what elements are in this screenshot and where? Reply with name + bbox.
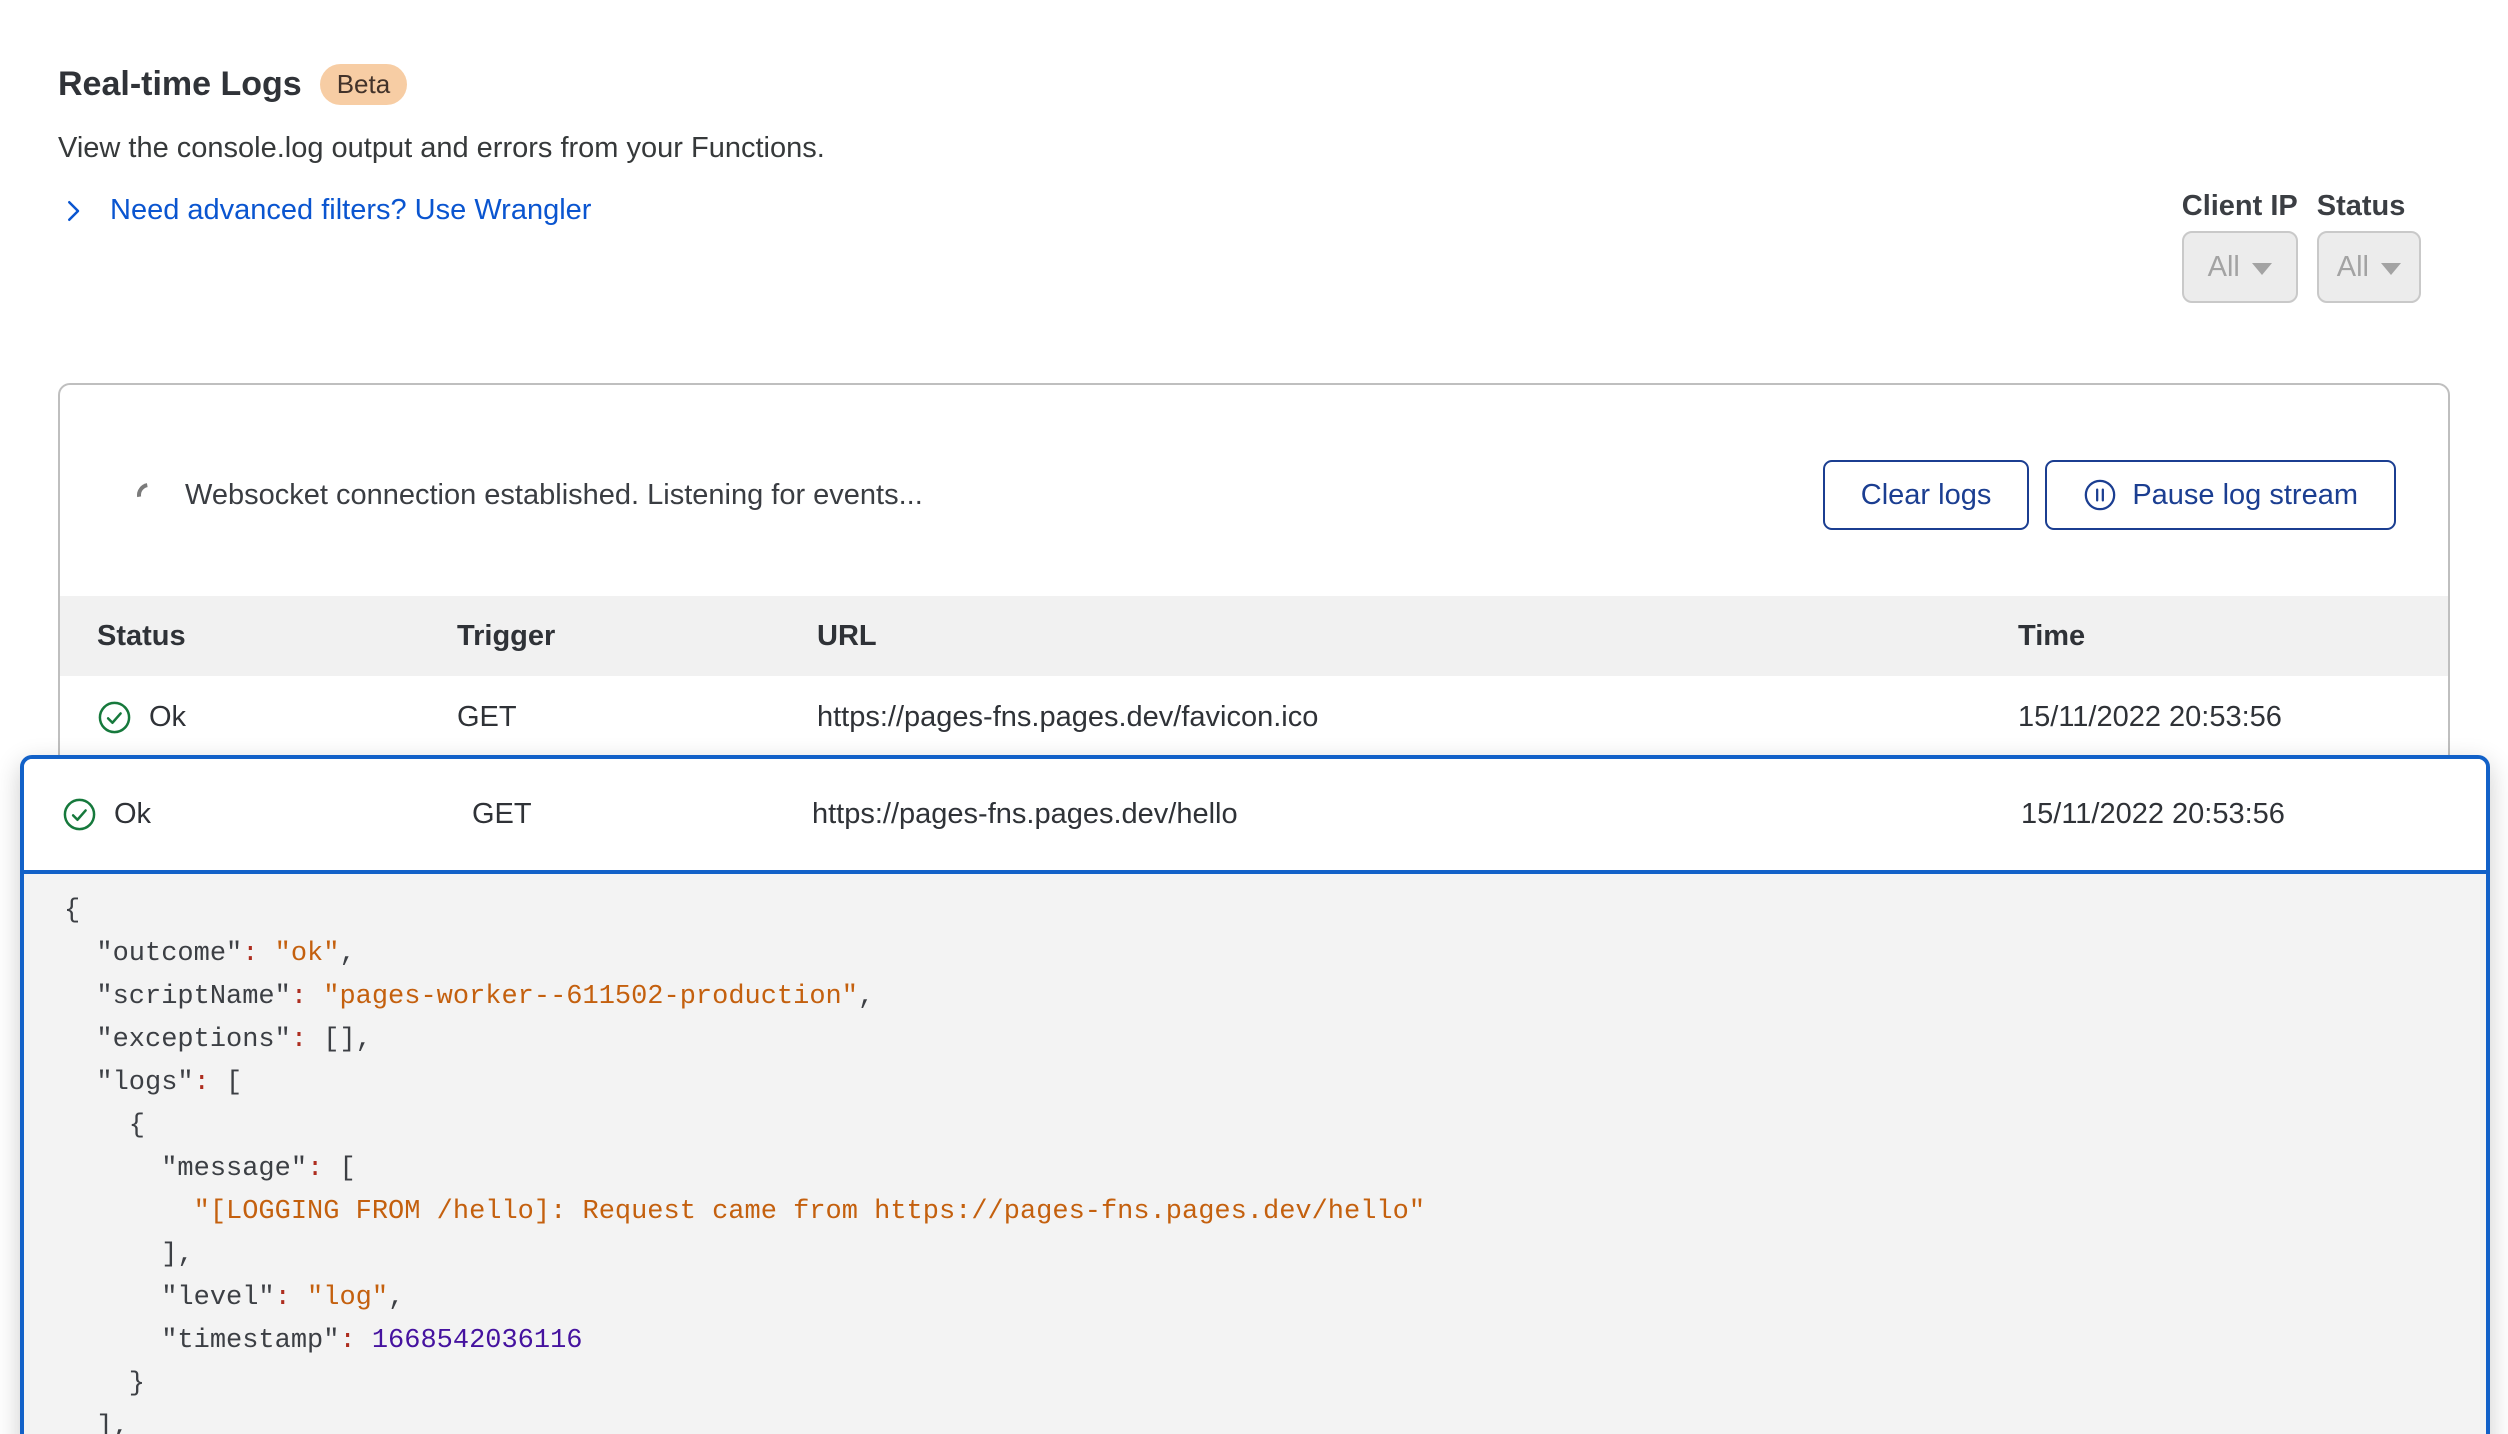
table-row-expanded[interactable]: Ok GET https://pages-fns.pages.dev/hello… [24,759,2486,874]
status-filter-group: Status All [2317,190,2421,303]
client-ip-filter-label: Client IP [2182,190,2298,222]
client-ip-filter-group: Client IP All [2182,190,2298,303]
column-header-time: Time [2018,620,2448,653]
spinner-icon [132,478,165,511]
client-ip-filter-value: All [2208,251,2240,284]
check-circle-icon [62,797,97,832]
client-ip-filter-dropdown[interactable]: All [2182,231,2298,303]
expanded-log-entry: Ok GET https://pages-fns.pages.dev/hello… [20,755,2490,1434]
row-url: https://pages-fns.pages.dev/favicon.ico [817,701,2018,734]
clear-logs-label: Clear logs [1861,479,1992,512]
log-filters: Client IP All Status All [2182,190,2421,303]
row-trigger: GET [457,701,817,734]
column-header-trigger: Trigger [457,620,817,653]
status-filter-label: Status [2317,190,2421,222]
log-json-output: { "outcome": "ok", "scriptName": "pages-… [24,874,2486,1434]
pause-icon [2083,478,2117,512]
row-status: Ok [149,701,186,734]
row-trigger: GET [472,798,812,831]
log-statusbar: Websocket connection established. Listen… [137,460,2396,530]
page-subtitle: View the console.log output and errors f… [58,130,825,166]
realtime-logs-page: { "page": { "title": "Real-time Logs", "… [0,0,2508,1434]
wrangler-link-label: Need advanced filters? Use Wrangler [110,194,591,227]
caret-down-icon [2252,263,2272,275]
beta-badge: Beta [320,64,408,105]
wrangler-link[interactable]: Need advanced filters? Use Wrangler [58,194,825,227]
column-header-status: Status [97,620,457,653]
table-row[interactable]: Ok GET https://pages-fns.pages.dev/favic… [60,676,2448,759]
caret-down-icon [2381,263,2401,275]
chevron-right-icon [58,196,88,226]
row-time: 15/11/2022 20:53:56 [2018,701,2448,734]
row-time: 15/11/2022 20:53:56 [2021,798,2486,831]
status-filter-dropdown[interactable]: All [2317,231,2421,303]
pause-log-stream-button[interactable]: Pause log stream [2045,460,2396,530]
page-title: Real-time Logs [58,60,302,108]
table-header: Status Trigger URL Time [60,596,2448,676]
column-header-url: URL [817,620,2018,653]
websocket-status-text: Websocket connection established. Listen… [185,479,923,512]
clear-logs-button[interactable]: Clear logs [1823,460,2030,530]
row-url: https://pages-fns.pages.dev/hello [812,798,2021,831]
row-status: Ok [114,798,151,831]
page-header: Real-time Logs Beta View the console.log… [58,60,825,227]
check-circle-icon [97,700,132,735]
pause-log-stream-label: Pause log stream [2132,479,2358,512]
status-filter-value: All [2337,251,2369,284]
